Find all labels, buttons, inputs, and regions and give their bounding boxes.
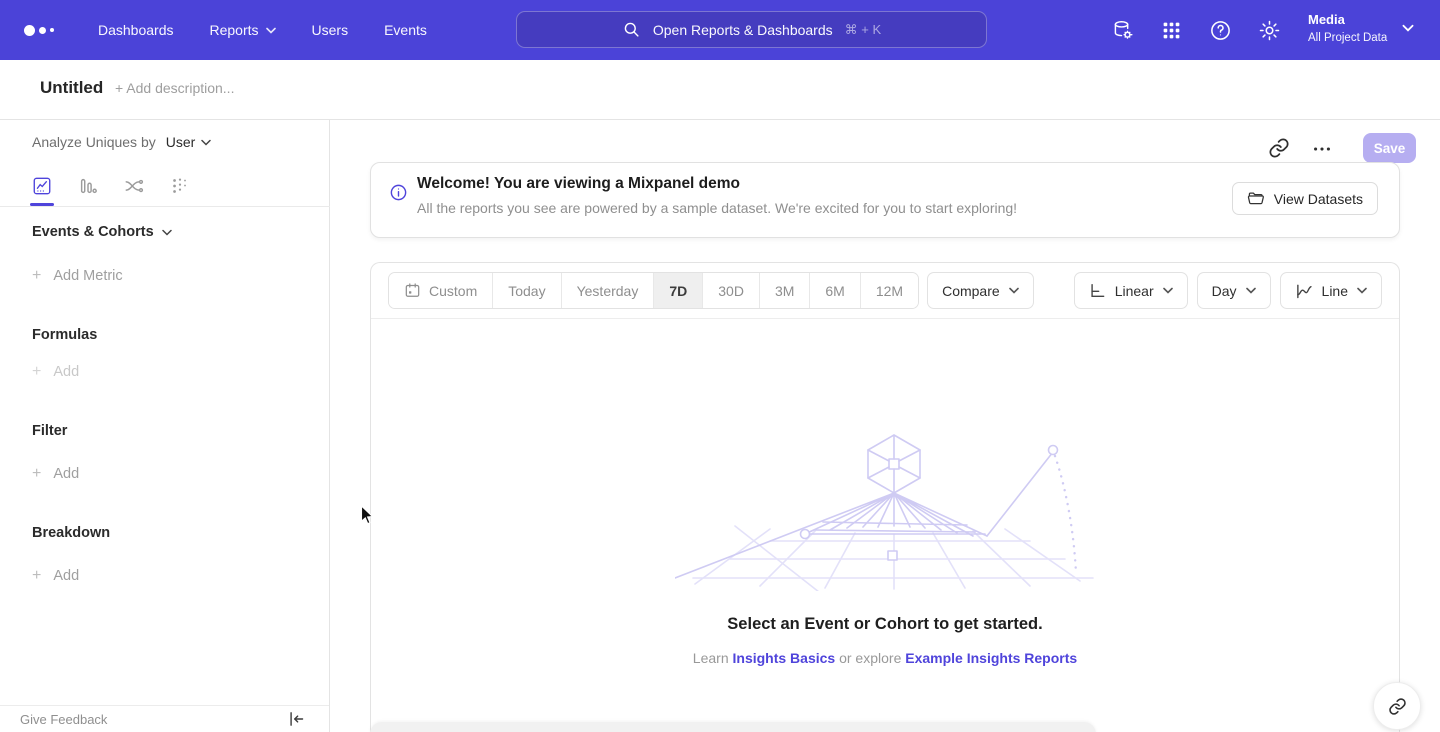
insights-basics-link[interactable]: Insights Basics — [733, 650, 836, 666]
copy-link-icon[interactable] — [1268, 137, 1290, 159]
formulas-section: Formulas — [32, 327, 97, 343]
chevron-down-icon — [1246, 287, 1256, 294]
chevron-down-icon — [266, 27, 276, 34]
range-yesterday[interactable]: Yesterday — [561, 273, 654, 308]
top-nav: Dashboards Reports Users Events Open Rep… — [0, 0, 1440, 60]
collapse-sidebar-icon[interactable] — [287, 710, 305, 728]
active-tab-indicator — [30, 203, 54, 206]
help-circle-icon[interactable] — [1208, 18, 1232, 42]
info-circle-icon — [389, 183, 408, 202]
plus-icon: + — [32, 267, 41, 285]
interval-dropdown[interactable]: Day — [1197, 272, 1271, 309]
mixpanel-logo[interactable] — [24, 25, 68, 36]
nav-utilities — [1110, 0, 1281, 60]
chart-type-dropdown[interactable]: Line — [1280, 272, 1382, 309]
empty-state-title: Select an Event or Cohort to get started… — [371, 615, 1399, 634]
project-name: Media — [1308, 12, 1387, 28]
range-6m[interactable]: 6M — [809, 273, 859, 308]
analyze-uniques-row: Analyze Uniques by User — [32, 134, 211, 150]
database-gear-icon[interactable] — [1110, 18, 1134, 42]
search-icon — [622, 20, 641, 39]
plus-icon: + — [32, 465, 41, 483]
sidebar-footer: Give Feedback — [0, 705, 329, 732]
nav-users[interactable]: Users — [312, 22, 349, 38]
events-cohorts-section[interactable]: Events & Cohorts — [32, 224, 172, 240]
range-12m[interactable]: 12M — [860, 273, 918, 308]
gear-icon[interactable] — [1257, 18, 1281, 42]
add-filter-button[interactable]: + Add — [32, 465, 79, 483]
report-description-placeholder[interactable]: + Add description... — [115, 80, 234, 96]
grid-apps-icon[interactable] — [1159, 18, 1183, 42]
compare-dropdown[interactable]: Compare — [927, 272, 1034, 309]
scale-dropdown[interactable]: Linear — [1074, 272, 1188, 309]
mixpanel-insights-page: Dashboards Reports Users Events Open Rep… — [0, 0, 1440, 732]
chart-panel: Custom Today Yesterday 7D 30D 3M 6M 12M … — [370, 262, 1400, 732]
plus-icon: + — [32, 567, 41, 585]
flows-tab-icon[interactable] — [124, 176, 144, 196]
chevron-down-icon — [1009, 287, 1019, 294]
range-today[interactable]: Today — [492, 273, 560, 308]
analyze-value-dropdown[interactable]: User — [166, 134, 212, 150]
calendar-icon — [404, 282, 421, 299]
bottom-panel-edge — [370, 722, 1096, 732]
link-icon — [1388, 697, 1407, 716]
view-datasets-button[interactable]: View Datasets — [1232, 182, 1378, 215]
primary-nav: Dashboards Reports Users Events — [98, 22, 427, 38]
filter-section: Filter — [32, 423, 67, 439]
range-3m[interactable]: 3M — [759, 273, 809, 308]
chevron-down-icon — [1163, 287, 1173, 294]
add-breakdown-button[interactable]: + Add — [32, 567, 79, 585]
banner-subtitle: All the reports you see are powered by a… — [417, 200, 1017, 216]
chevron-down-icon — [1357, 287, 1367, 294]
report-header: Untitled + Add description... Save — [0, 60, 1440, 120]
analyze-prefix: Analyze Uniques by — [32, 134, 156, 150]
project-chevron-down-icon[interactable] — [1402, 24, 1414, 32]
project-scope: All Project Data — [1308, 30, 1387, 46]
more-options-ellipsis-icon[interactable] — [1311, 138, 1333, 160]
add-formula-button[interactable]: + Add — [32, 363, 79, 381]
global-search[interactable]: Open Reports & Dashboards ⌘ + K — [516, 11, 987, 48]
share-link-fab[interactable] — [1373, 682, 1421, 730]
retention-tab-icon[interactable] — [170, 176, 190, 196]
folder-icon — [1247, 190, 1265, 208]
plus-icon: + — [32, 363, 41, 381]
nav-events[interactable]: Events — [384, 22, 427, 38]
range-7d-selected[interactable]: 7D — [653, 273, 702, 308]
range-custom[interactable]: Custom — [389, 273, 492, 308]
nav-dashboards[interactable]: Dashboards — [98, 22, 174, 38]
save-button[interactable]: Save — [1363, 133, 1416, 163]
project-switcher[interactable]: Media All Project Data — [1308, 12, 1387, 46]
empty-state-subtitle: Learn Insights Basics or explore Example… — [371, 650, 1399, 666]
line-chart-icon — [1295, 282, 1313, 300]
empty-state-illustration — [675, 426, 1095, 591]
report-type-tabs — [0, 165, 330, 207]
add-metric-button[interactable]: + Add Metric — [32, 267, 123, 285]
date-range-segmented-control: Custom Today Yesterday 7D 30D 3M 6M 12M — [388, 272, 919, 309]
chevron-down-icon — [162, 229, 172, 236]
insights-tab-icon[interactable] — [32, 176, 52, 196]
example-insights-reports-link[interactable]: Example Insights Reports — [905, 650, 1077, 666]
banner-title: Welcome! You are viewing a Mixpanel demo — [417, 175, 740, 193]
funnels-tab-icon[interactable] — [78, 176, 98, 196]
search-placeholder: Open Reports & Dashboards — [653, 22, 833, 38]
range-30d[interactable]: 30D — [702, 273, 759, 308]
chevron-down-icon — [201, 139, 211, 146]
welcome-banner: Welcome! You are viewing a Mixpanel demo… — [370, 162, 1400, 238]
report-title[interactable]: Untitled — [40, 78, 103, 98]
query-builder-sidebar: Analyze Uniques by User Events & Cohorts — [0, 120, 330, 732]
breakdown-section: Breakdown — [32, 525, 110, 541]
chart-display-controls: Linear Day Line — [1074, 272, 1382, 309]
axis-icon — [1089, 282, 1106, 299]
give-feedback-link[interactable]: Give Feedback — [20, 712, 107, 727]
nav-reports[interactable]: Reports — [210, 22, 276, 38]
chart-controls: Custom Today Yesterday 7D 30D 3M 6M 12M … — [371, 263, 1399, 319]
search-shortcut: ⌘ + K — [845, 22, 882, 38]
